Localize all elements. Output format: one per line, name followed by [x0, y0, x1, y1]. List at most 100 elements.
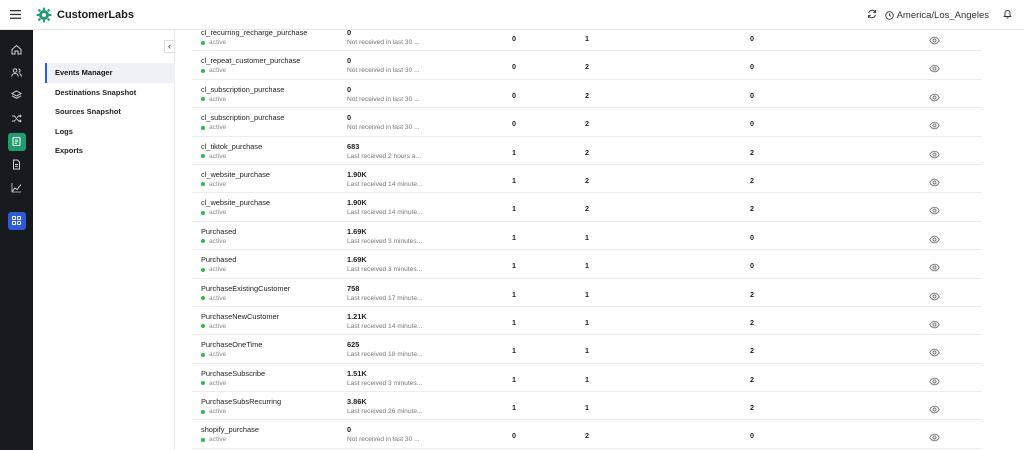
- status-dot: [201, 352, 205, 357]
- bell-icon[interactable]: [1003, 9, 1012, 22]
- rail-item-document[interactable]: [0, 153, 33, 176]
- layers-icon: [8, 87, 26, 105]
- event-name[interactable]: PurchaseNewCustomer: [201, 312, 279, 321]
- timezone-selector[interactable]: America/Los_Angeles: [884, 10, 989, 21]
- rail-item-chart[interactable]: [0, 176, 33, 199]
- event-name[interactable]: cl_repeat_customer_purchase: [201, 56, 300, 65]
- event-name[interactable]: shopify_purchase: [201, 425, 259, 434]
- event-name[interactable]: PurchaseOneTime: [201, 340, 262, 349]
- event-name[interactable]: cl_subscription_purchase: [201, 113, 284, 122]
- event-name[interactable]: cl_recurring_recharge_purchase: [201, 30, 307, 37]
- view-eye-icon[interactable]: [929, 146, 940, 158]
- event-status: active: [201, 153, 226, 160]
- destinations-count: 1: [585, 374, 589, 384]
- status-label: active: [209, 351, 227, 359]
- table-row[interactable]: cl_recurring_recharge_purchase active 0 Not…: [192, 30, 982, 52]
- status-dot: [201, 68, 205, 73]
- view-eye-icon[interactable]: [929, 344, 940, 357]
- event-status: active: [201, 181, 226, 188]
- subnav-item-destinations-snapshot[interactable]: Destinations Snapshot: [45, 83, 175, 103]
- status-dot: [201, 40, 205, 45]
- table-row[interactable]: shopify_purchase active 0 Not received in l…: [192, 420, 982, 449]
- view-eye-icon[interactable]: [929, 231, 940, 243]
- destinations-count: 2: [585, 175, 589, 185]
- table-row[interactable]: cl_subscription_purchase active 0 Not recei…: [192, 108, 982, 137]
- subnav-item-logs[interactable]: Logs: [45, 122, 175, 142]
- view-eye-icon[interactable]: [929, 60, 940, 73]
- view-eye-icon[interactable]: [929, 401, 940, 414]
- rail-item-apps-grid[interactable]: [0, 209, 33, 232]
- event-name[interactable]: PurchaseExistingCustomer: [201, 284, 290, 293]
- status-label: active: [209, 379, 227, 387]
- view-eye-icon[interactable]: [929, 174, 940, 187]
- view-eye-icon[interactable]: [929, 429, 940, 442]
- table-row[interactable]: cl_repeat_customer_purchase active 0 Not re…: [192, 51, 982, 80]
- rail-item-users[interactable]: [0, 61, 33, 84]
- event-count: 1.69K: [347, 255, 367, 265]
- event-name[interactable]: Purchased: [201, 255, 236, 264]
- rail-item-shuffle[interactable]: [0, 107, 33, 130]
- table-row[interactable]: Purchased active 1.69K Last received 3 minu…: [192, 222, 982, 251]
- event-count: 1.51K: [347, 368, 367, 378]
- view-eye-icon[interactable]: [929, 32, 940, 45]
- destinations-count: 1: [585, 317, 589, 327]
- view-eye-icon[interactable]: [929, 117, 940, 130]
- status-dot: [201, 324, 205, 329]
- last-received: Last received 2 hours a...: [347, 152, 422, 160]
- view-eye-icon[interactable]: [929, 89, 940, 102]
- table-row[interactable]: PurchaseOneTime active 625 Last received 18…: [192, 335, 982, 364]
- collapse-sidebar-button[interactable]: ‹: [164, 40, 174, 53]
- table-row[interactable]: PurchaseSubsRecurring active 3.86K Last rec…: [192, 392, 982, 421]
- home-icon: [8, 41, 26, 59]
- rail-item-layers[interactable]: [0, 84, 33, 107]
- rail-item-events[interactable]: [0, 130, 33, 153]
- sources-count: 0: [512, 431, 516, 441]
- view-eye-icon[interactable]: [929, 259, 940, 272]
- brand-logo[interactable]: CustomerLabs: [36, 7, 134, 23]
- clock-icon: [884, 10, 894, 20]
- view-eye-icon[interactable]: [929, 316, 940, 329]
- table-row[interactable]: cl_subscription_purchase active 0 Not recei…: [192, 80, 982, 109]
- event-name[interactable]: PurchaseSubsRecurring: [201, 397, 281, 406]
- event-count: 1.69K: [347, 226, 367, 236]
- table-row[interactable]: PurchaseSubscribe active 1.51K Last receive…: [192, 364, 982, 393]
- last-received: Last received 3 minutes...: [347, 379, 423, 387]
- table-row[interactable]: cl_tiktok_purchase active 683 Last received…: [192, 137, 982, 165]
- view-eye-icon[interactable]: [929, 373, 940, 385]
- view-eye-icon[interactable]: [929, 202, 940, 215]
- events-table-container[interactable]: cl_recurring_recharge_purchaseactive 0 Not…: [175, 30, 1024, 450]
- view-eye-icon[interactable]: [929, 288, 940, 300]
- event-name[interactable]: cl_website_purchase: [201, 170, 270, 179]
- last-received: Not received in last 30 ...: [347, 67, 420, 75]
- refresh-icon[interactable]: [867, 9, 877, 22]
- event-name[interactable]: cl_subscription_purchase: [201, 85, 284, 94]
- status-label: active: [209, 408, 227, 416]
- table-row[interactable]: Purchased active 1.69K Last received 3 minu…: [192, 250, 982, 279]
- last-received: Not received in last 30 ...: [347, 124, 420, 132]
- subnav-item-exports[interactable]: Exports: [45, 141, 175, 161]
- event-name[interactable]: Purchased: [201, 227, 236, 236]
- subnav-item-sources-snapshot[interactable]: Sources Snapshot: [45, 102, 175, 122]
- event-name[interactable]: PurchaseSubscribe: [201, 369, 265, 378]
- last-received: Last received 26 minute...: [347, 408, 423, 416]
- rail-item-home[interactable]: [0, 38, 33, 61]
- hamburger-menu-icon[interactable]: [0, 0, 30, 30]
- table-row[interactable]: cl_website_purchase active 1.90K Last recei…: [192, 165, 982, 194]
- status-label: active: [209, 152, 227, 160]
- sources-count: 0: [512, 90, 516, 100]
- last-received: Last received 14 minute...: [347, 322, 423, 330]
- status-label: active: [209, 209, 227, 217]
- event-status: active: [201, 323, 226, 330]
- last-received: Not received in last 30 ...: [347, 39, 420, 46]
- table-row[interactable]: cl_website_purchase active 1.90K Last recei…: [192, 193, 982, 222]
- status-dot: [201, 381, 205, 386]
- sources-count: 0: [512, 34, 516, 43]
- workflows-count: 0: [750, 119, 754, 129]
- event-name[interactable]: cl_website_purchase: [201, 198, 270, 207]
- table-row[interactable]: PurchaseNewCustomer active 1.21K Last recei…: [192, 307, 982, 336]
- table-row[interactable]: PurchaseExistingCustomer active 758 Last re…: [192, 279, 982, 307]
- status-dot: [201, 182, 205, 187]
- workflows-count: 2: [750, 346, 754, 356]
- subnav-item-events-manager[interactable]: Events Manager: [45, 63, 175, 83]
- event-name[interactable]: cl_tiktok_purchase: [201, 142, 262, 151]
